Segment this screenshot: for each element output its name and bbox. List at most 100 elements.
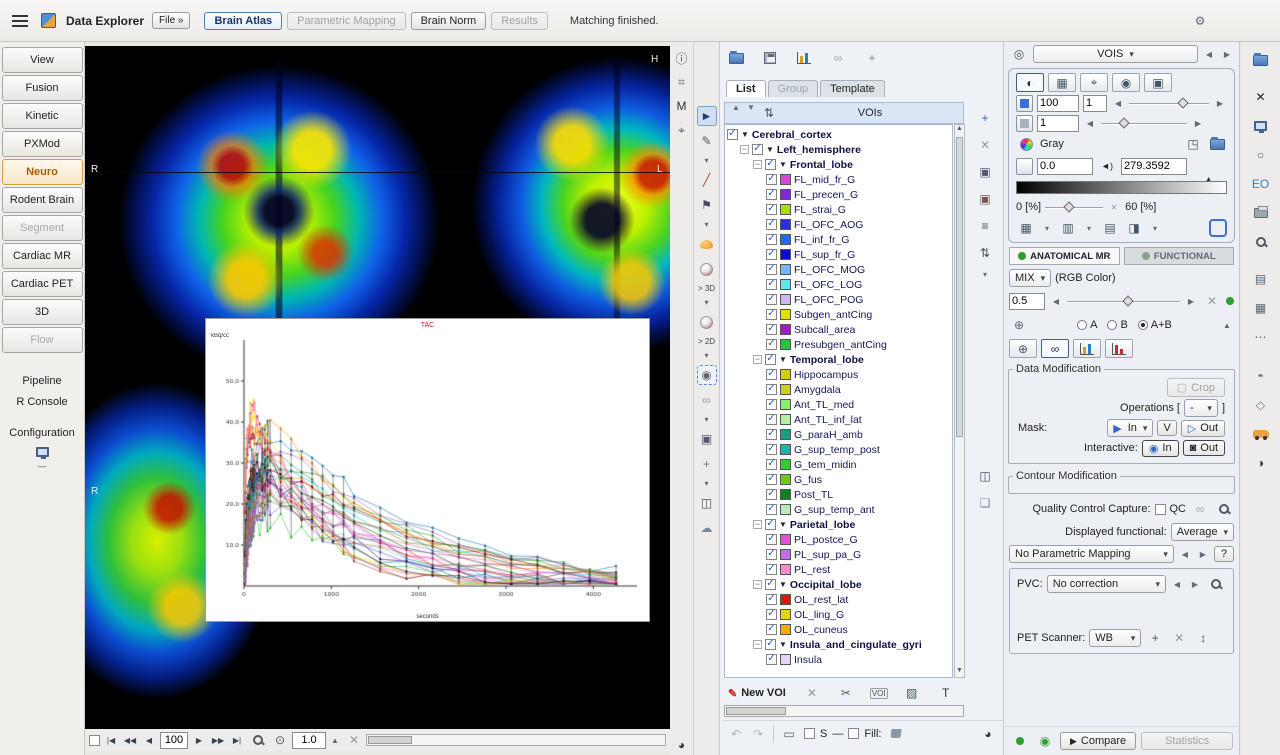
voi-checkbox[interactable]	[765, 639, 776, 650]
zoom-icon[interactable]	[1251, 232, 1271, 252]
fill-square-icon[interactable]: ▨	[902, 683, 922, 703]
pvc-prev-icon[interactable]: ◀	[1170, 580, 1184, 589]
viewer-scrollbar-thumb[interactable]	[368, 736, 412, 744]
collapse-icon[interactable]: ▼	[766, 145, 774, 154]
voi-row-fl-ofc-pog[interactable]: FL_OFC_POG	[725, 292, 952, 307]
sphere-menu-icon[interactable]: ◕	[978, 724, 998, 744]
expander-icon[interactable]: −	[753, 520, 762, 529]
context-sphere-icon[interactable]: ◕	[672, 735, 692, 755]
sphere-3d-tool[interactable]	[697, 259, 717, 279]
color-gradient-bar[interactable]: ▲	[1016, 181, 1227, 194]
redo-icon[interactable]: ↷	[748, 724, 768, 744]
histogram-tab[interactable]	[1105, 339, 1133, 358]
voi-tree-scrollbar[interactable]: ▲ ▼	[954, 124, 965, 678]
pvc-next-icon[interactable]: ▶	[1188, 580, 1202, 589]
voi-checkbox[interactable]	[766, 204, 777, 215]
voi-row-fl-sup-fr-g[interactable]: FL_sup_fr_G	[725, 247, 952, 262]
scroll-down-icon[interactable]: ▼	[955, 667, 964, 677]
voi-row-fl-ofc-log[interactable]: FL_OFC_LOG	[725, 277, 952, 292]
undo-icon[interactable]: ↶	[726, 724, 746, 744]
scale-step-input[interactable]	[1083, 95, 1107, 112]
voi-checkbox[interactable]	[766, 249, 777, 260]
voi-row-temporal-lobe[interactable]: −▼Temporal_lobe	[725, 352, 952, 367]
voi-checkbox[interactable]	[766, 564, 777, 575]
expander-icon[interactable]: −	[753, 355, 762, 364]
blend-radio-a-b[interactable]: A+B	[1138, 319, 1172, 331]
sidebar-detach-icon[interactable]: —	[36, 447, 49, 471]
minus-label[interactable]: —	[832, 728, 843, 740]
collapse-icon[interactable]: ▲	[1220, 321, 1234, 330]
voi-color-swatch[interactable]	[780, 234, 791, 245]
brush-tool[interactable]: ╱	[697, 170, 717, 190]
voi-checkbox[interactable]	[766, 549, 777, 560]
sidebar-item-view[interactable]: View	[2, 47, 83, 73]
paste-voi-icon[interactable]: ▣	[975, 189, 995, 209]
voi-color-swatch[interactable]	[780, 279, 791, 290]
paint-bucket-icon[interactable]	[886, 724, 906, 744]
collapse-icon[interactable]: ▼	[779, 355, 787, 364]
voi-color-swatch[interactable]	[780, 474, 791, 485]
target-icon[interactable]: ⌖	[672, 120, 692, 140]
transport-transport-prev-1-icon[interactable]: ◀◀	[121, 730, 139, 750]
displayed-functional-dropdown[interactable]: Average▾	[1171, 523, 1234, 541]
speaker-icon[interactable]: ◄)	[1097, 156, 1117, 176]
rotate-tab[interactable]: ◉	[1112, 73, 1140, 92]
tab-brain-norm[interactable]: Brain Norm	[411, 12, 487, 30]
frame-number-input[interactable]	[160, 732, 188, 749]
percent-slider[interactable]	[1045, 201, 1103, 214]
text-annotation-icon[interactable]: T	[936, 683, 956, 703]
min-value-input[interactable]	[1037, 158, 1093, 175]
alpha-input[interactable]	[1009, 293, 1045, 310]
upper-color-button[interactable]	[1016, 95, 1033, 112]
overlay-toggle-more[interactable]: ▾	[1082, 224, 1096, 233]
panel-tool[interactable]: ◫	[697, 493, 717, 513]
mix-dropdown[interactable]: MIX▾	[1009, 269, 1051, 287]
voi-stamp-icon[interactable]: VOI	[870, 688, 888, 699]
capture-display-icon[interactable]	[1251, 116, 1271, 136]
sidebar-item-cardiac-mr[interactable]: Cardiac MR	[2, 243, 83, 269]
voi-row-ol-ling-g[interactable]: OL_ling_G	[725, 607, 952, 622]
collapse-icon[interactable]: ▼	[779, 160, 787, 169]
clear-contour-icon[interactable]: ✕	[802, 683, 822, 703]
layout-b-icon[interactable]: ▦	[1251, 298, 1271, 318]
copy-voi-icon[interactable]: ▣	[975, 162, 995, 182]
lower-inc-icon[interactable]: ▶	[1191, 119, 1205, 128]
voi-list-hscrollbar[interactable]	[724, 705, 964, 717]
rows-toggle-icon[interactable]: ▤	[1100, 218, 1120, 238]
grid-toggle-more[interactable]: ▾	[1040, 224, 1054, 233]
print-icon[interactable]	[1251, 203, 1271, 223]
sync-checkbox[interactable]	[89, 735, 100, 746]
voi-row-ant-tl-med[interactable]: Ant_TL_med	[725, 397, 952, 412]
voi-color-swatch[interactable]	[780, 324, 791, 335]
sidebar-item-pxmod[interactable]: PXMod	[2, 131, 83, 157]
flag-tool-more[interactable]: ▾	[700, 220, 714, 229]
split-view-icon[interactable]: ◫	[975, 466, 995, 486]
settings-icon[interactable]: ⚙	[1190, 11, 1210, 31]
blend-radio-b[interactable]: B	[1107, 319, 1127, 331]
blend-mode-icon[interactable]: ⊕	[1009, 315, 1029, 335]
voi-color-swatch[interactable]	[780, 249, 791, 260]
alpha-dec-icon[interactable]: ◀	[1049, 297, 1063, 306]
alpha-slider[interactable]	[1067, 295, 1180, 308]
balloon-icon[interactable]: ❏	[975, 493, 995, 513]
alpha-inc-icon[interactable]: ▶	[1184, 297, 1198, 306]
collapse-icon[interactable]: ▼	[779, 520, 787, 529]
egg-tool[interactable]	[697, 234, 717, 254]
voi-row-g-tem-midin[interactable]: G_tem_midin	[725, 457, 952, 472]
shield-icon[interactable]: ◇	[1251, 395, 1271, 415]
table-tab[interactable]: ▦	[1048, 73, 1076, 92]
voi-color-swatch[interactable]	[780, 264, 791, 275]
split-toggle-icon[interactable]: ◨	[1124, 218, 1144, 238]
brain-slice-axial-right[interactable]	[467, 52, 670, 358]
pvc-zoom-icon[interactable]	[1206, 574, 1226, 594]
expander-icon[interactable]: −	[740, 145, 749, 154]
voi-checkbox[interactable]	[766, 219, 777, 230]
image-tab[interactable]: ▣	[1144, 73, 1172, 92]
upper-inc-icon[interactable]: ▶	[1213, 99, 1227, 108]
list-voi-icon[interactable]: ≡	[975, 216, 995, 236]
scanner-dropdown[interactable]: WB▾	[1089, 629, 1141, 647]
link-icon[interactable]: ∞	[828, 48, 848, 68]
voi-row-pl-sup-pa-g[interactable]: PL_sup_pa_G	[725, 547, 952, 562]
upper-dec-icon[interactable]: ◀	[1111, 99, 1125, 108]
group-voi-icon[interactable]: ⇅	[975, 243, 995, 263]
